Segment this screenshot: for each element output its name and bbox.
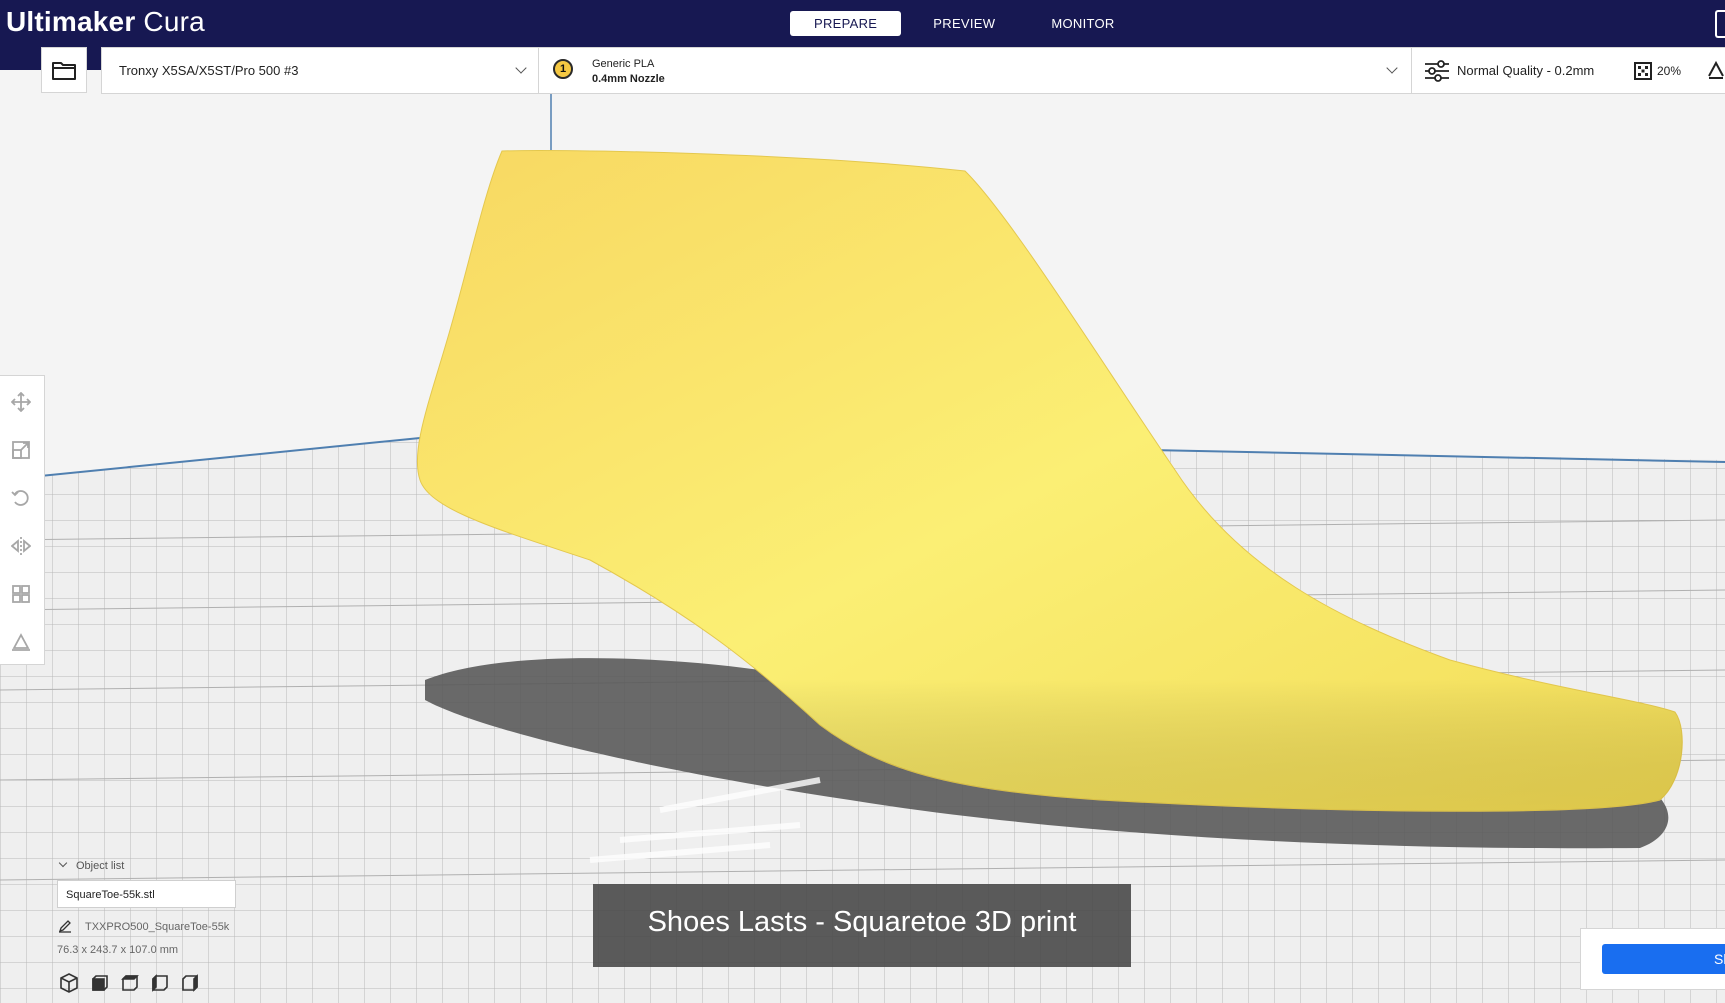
tool-panel — [0, 375, 45, 665]
brand-light: Cura — [143, 6, 205, 37]
chevron-down-icon — [1386, 62, 1398, 74]
chevron-down-icon — [515, 62, 527, 74]
model-dimensions: 76.3 x 243.7 x 107.0 mm — [57, 944, 179, 956]
object-list-item[interactable]: SquareToe-55k.stl — [57, 880, 236, 908]
infill-percentage: 20% — [1657, 64, 1682, 78]
print-settings-selector[interactable]: Normal Quality - 0.2mm 20% — [1411, 48, 1725, 93]
support-blocker-button[interactable] — [8, 629, 34, 655]
material-name: Generic PLA — [592, 58, 655, 70]
sliders-icon — [1425, 60, 1449, 82]
folder-icon — [52, 62, 76, 80]
slice-button[interactable]: Slice — [1602, 944, 1725, 974]
front-view-icon[interactable] — [88, 972, 110, 994]
nozzle-size: 0.4mm Nozzle — [592, 73, 665, 85]
tab-monitor[interactable]: MONITOR — [1027, 11, 1138, 36]
camera-view-buttons — [58, 972, 208, 994]
quality-profile: Normal Quality - 0.2mm — [1457, 63, 1595, 78]
job-name[interactable]: TXXPRO500_SquareToe-55k — [85, 921, 229, 933]
printer-selector[interactable]: Tronxy X5SA/X5ST/Pro 500 #3 — [102, 48, 539, 93]
marketplace-button[interactable] — [1715, 10, 1725, 38]
print-setup-bar: Tronxy X5SA/X5ST/Pro 500 #3 1 Generic PL… — [101, 47, 1725, 94]
scale-icon — [12, 441, 30, 459]
move-icon — [11, 392, 31, 412]
brand-bold: Ultimaker — [6, 6, 136, 37]
stage-tabs: PREPARE PREVIEW MONITOR — [790, 11, 1147, 36]
3d-viewport[interactable] — [0, 46, 1725, 1003]
right-view-icon[interactable] — [178, 972, 200, 994]
extruder-selector[interactable]: 1 Generic PLA 0.4mm Nozzle — [538, 48, 1412, 93]
per-model-settings-icon — [12, 585, 30, 603]
scale-tool-button[interactable] — [8, 437, 34, 463]
extruder-badge-icon: 1 — [553, 59, 573, 79]
rotate-tool-button[interactable] — [8, 485, 34, 511]
move-tool-button[interactable] — [8, 389, 34, 415]
rotate-icon — [11, 490, 29, 506]
printer-name: Tronxy X5SA/X5ST/Pro 500 #3 — [119, 63, 299, 78]
tab-preview[interactable]: PREVIEW — [909, 11, 1019, 36]
chevron-down-icon — [58, 858, 68, 868]
support-blocker-icon — [12, 633, 30, 651]
infill-icon — [1634, 62, 1652, 80]
object-list-label: Object list — [76, 860, 125, 872]
top-view-icon[interactable] — [118, 972, 140, 994]
slice-panel: Slice — [1580, 928, 1725, 990]
per-model-settings-button[interactable] — [8, 581, 34, 607]
support-icon — [1708, 60, 1724, 79]
mirror-tool-button[interactable] — [8, 533, 34, 559]
tab-prepare[interactable]: PREPARE — [790, 11, 902, 36]
app-logo: Ultimaker Cura — [6, 6, 205, 38]
object-list-toggle[interactable]: Object list — [58, 858, 125, 872]
left-view-icon[interactable] — [148, 972, 170, 994]
pencil-icon[interactable] — [58, 919, 72, 933]
caption-overlay: Shoes Lasts - Squaretoe 3D print — [593, 884, 1131, 967]
mirror-icon — [11, 537, 31, 555]
open-file-button[interactable] — [41, 47, 87, 93]
3d-view-icon[interactable] — [58, 972, 80, 994]
